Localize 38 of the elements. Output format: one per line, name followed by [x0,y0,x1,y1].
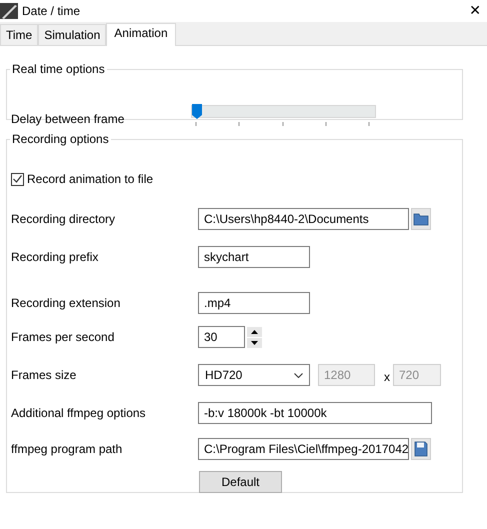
tab[interactable]: Time [0,24,38,45]
field-label: Recording prefix [11,250,100,264]
field-label: Delay between frame [11,112,126,126]
text-field[interactable]: skychart [198,246,310,268]
default-button[interactable]: Default [199,471,282,493]
chevron-down-icon [294,372,303,378]
text-field[interactable]: -b:v 18000k -bt 10000k [198,402,432,424]
up-arrow-icon [251,330,258,334]
check-icon [13,175,22,183]
spin-up-button[interactable] [247,326,262,336]
checkbox-label: Record animation to file [27,172,154,186]
browse-button[interactable] [411,438,431,460]
tab[interactable]: Animation [106,23,176,46]
app-icon [0,3,18,19]
floppy-icon [414,441,428,457]
group-title: Real time options [11,62,106,76]
slider-thumb[interactable] [192,104,202,119]
down-arrow-icon [251,340,258,344]
times-sign: x [384,370,390,384]
path-field[interactable]: C:\Program Files\Ciel\ffmpeg-2017042 [198,438,409,460]
group-title: Recording options [11,132,110,146]
text-field[interactable]: .mp4 [198,292,310,314]
window-title: Date / time [22,4,80,18]
spin-down-button[interactable] [247,338,262,348]
field-label: Recording directory [11,212,116,226]
close-button[interactable]: ✕ [467,3,483,19]
browse-button[interactable] [411,208,431,230]
folder-icon [413,212,429,226]
number-field[interactable]: 30 [198,326,245,348]
field-label: Recording extension [11,296,122,310]
checkbox[interactable] [11,172,24,186]
size-dropdown[interactable]: HD720 [198,364,310,386]
tab[interactable]: Simulation [38,24,106,45]
field-label: Frames size [11,368,78,382]
field-label: Additional ffmpeg options [11,406,147,420]
field-label: ffmpeg program path [11,442,124,456]
path-field[interactable]: C:\Users\hp8440-2\Documents [198,208,409,230]
field-label: Frames per second [11,330,116,344]
